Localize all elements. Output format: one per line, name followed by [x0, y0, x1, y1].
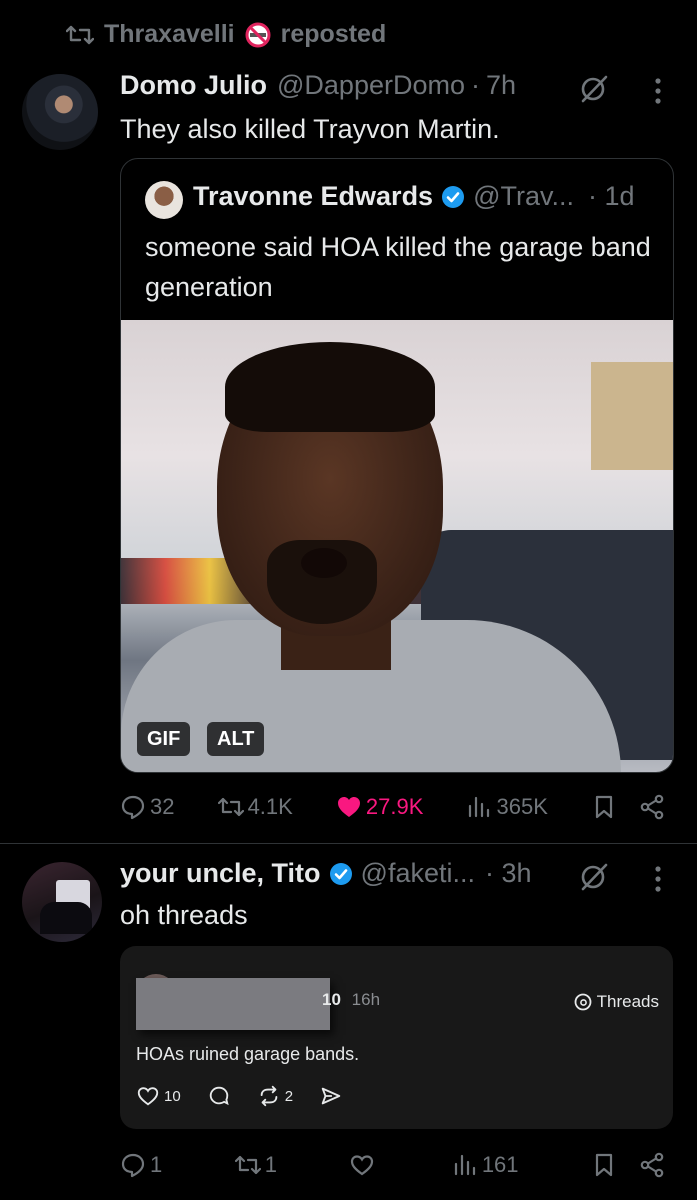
embed-actions: 10 2 — [136, 1084, 343, 1108]
embed-repost: 2 — [257, 1084, 293, 1108]
reposter-name[interactable]: Thraxavelli — [104, 20, 235, 49]
view-count: 365K — [496, 794, 548, 819]
embed-author-tail: 10 — [322, 990, 341, 1009]
comment-icon — [209, 1086, 229, 1106]
background-sign — [591, 362, 673, 470]
like-button[interactable]: 27.9K — [336, 794, 424, 820]
avatar-your-uncle-tito[interactable] — [22, 862, 102, 942]
tweet-divider — [0, 843, 697, 844]
embed-header: 10 16h — [322, 990, 380, 1010]
gif-badge: GIF — [137, 722, 191, 756]
repost-icon — [217, 797, 244, 817]
bookmark-icon[interactable] — [591, 794, 617, 820]
repost-icon — [234, 1155, 261, 1175]
quoted-text: someone said HOA killed the garage band … — [145, 232, 651, 302]
tweet2-action-bar: 1 1 161 — [120, 1152, 665, 1178]
heart-outline-icon — [137, 1087, 159, 1106]
threads-logo-icon — [574, 993, 592, 1011]
share-icon[interactable] — [639, 1152, 665, 1178]
send-icon — [321, 1087, 341, 1105]
threads-source-label[interactable]: Threads — [574, 992, 659, 1012]
threads-source-text: Threads — [596, 992, 659, 1011]
repost-indicator[interactable]: Thraxavelli reposted — [66, 20, 386, 49]
tweet1-header: Domo Julio @DapperDomo · 7h — [120, 70, 516, 101]
reply-count: 1 — [150, 1152, 163, 1177]
embed-time: 16h — [351, 990, 381, 1009]
like-button[interactable] — [349, 1152, 379, 1178]
display-name[interactable]: your uncle, Tito — [120, 858, 321, 889]
embed-text: HOAs ruined garage bands. — [136, 1044, 360, 1064]
redaction-box — [136, 978, 330, 1030]
repost-count: 1 — [264, 1152, 277, 1177]
verified-badge-icon — [442, 185, 465, 208]
repost-button[interactable]: 1 — [234, 1152, 277, 1178]
tweet1-action-bar: 32 4.1K 27.9K 365K — [120, 794, 665, 820]
gif-media[interactable]: GIF ALT — [121, 320, 673, 772]
no-smoking-emoji-icon — [245, 22, 271, 47]
avatar-domo-julio[interactable] — [22, 74, 98, 150]
alt-text-badge[interactable]: ALT — [207, 722, 265, 756]
reply-icon — [121, 1153, 145, 1178]
right-actions — [591, 1152, 665, 1178]
grok-icon[interactable] — [579, 862, 609, 892]
view-count: 161 — [481, 1152, 519, 1177]
timestamp[interactable]: 7h — [486, 70, 516, 101]
threads-repost-icon — [260, 1085, 277, 1107]
person-mouth — [301, 548, 347, 578]
quoted-tweet-card[interactable]: Travonne Edwards @Trav... · 1d someone s… — [120, 158, 674, 773]
handle[interactable]: @DapperDomo — [277, 70, 465, 101]
more-options-icon[interactable] — [655, 78, 661, 104]
repost-button[interactable]: 4.1K — [217, 794, 293, 820]
reply-button[interactable]: 32 — [120, 794, 174, 820]
views-chart-icon — [469, 796, 490, 818]
repost-icon — [66, 25, 94, 44]
grok-icon[interactable] — [579, 74, 609, 104]
quoted-avatar[interactable] — [145, 181, 183, 219]
avatar-people — [40, 902, 92, 934]
timestamp[interactable]: · 3h — [485, 858, 532, 889]
tweet-text: oh threads — [120, 900, 248, 930]
threads-embed-card[interactable]: 10 16h Threads HOAs ruined garage bands.… — [120, 946, 673, 1129]
quoted-display-name[interactable]: Travonne Edwards — [193, 181, 433, 212]
handle[interactable]: @faketi... — [361, 858, 475, 889]
display-name[interactable]: Domo Julio — [120, 70, 267, 101]
heart-outline-icon — [351, 1155, 374, 1176]
heart-filled-icon — [337, 797, 360, 817]
embed-like: 10 — [136, 1084, 181, 1108]
views-button[interactable]: 161 — [452, 1152, 519, 1178]
person-hair — [225, 342, 435, 432]
repost-count: 4.1K — [247, 794, 293, 819]
views-chart-icon — [454, 1154, 475, 1176]
quoted-timestamp[interactable]: · 1d — [588, 181, 635, 212]
verified-badge-icon — [329, 862, 352, 885]
bookmark-icon[interactable] — [591, 1152, 617, 1178]
tweet2-header: your uncle, Tito @faketi... · 3h — [120, 858, 532, 889]
repost-suffix: reposted — [280, 20, 387, 48]
more-options-icon[interactable] — [655, 866, 661, 892]
reply-count: 32 — [150, 794, 175, 819]
like-count: 27.9K — [365, 794, 424, 819]
separator-dot: · — [471, 70, 480, 100]
quoted-handle[interactable]: @Trav... — [473, 181, 574, 212]
reply-button[interactable]: 1 — [120, 1152, 162, 1178]
quoted-header: Travonne Edwards @Trav... · 1d — [193, 181, 635, 212]
embed-like-count: 10 — [164, 1087, 181, 1105]
embed-repost-count: 2 — [284, 1087, 294, 1105]
right-actions — [591, 794, 665, 820]
share-icon[interactable] — [639, 794, 665, 820]
tweet-text: They also killed Trayvon Martin. — [120, 114, 500, 144]
reply-icon — [121, 795, 145, 820]
views-button[interactable]: 365K — [466, 794, 548, 820]
